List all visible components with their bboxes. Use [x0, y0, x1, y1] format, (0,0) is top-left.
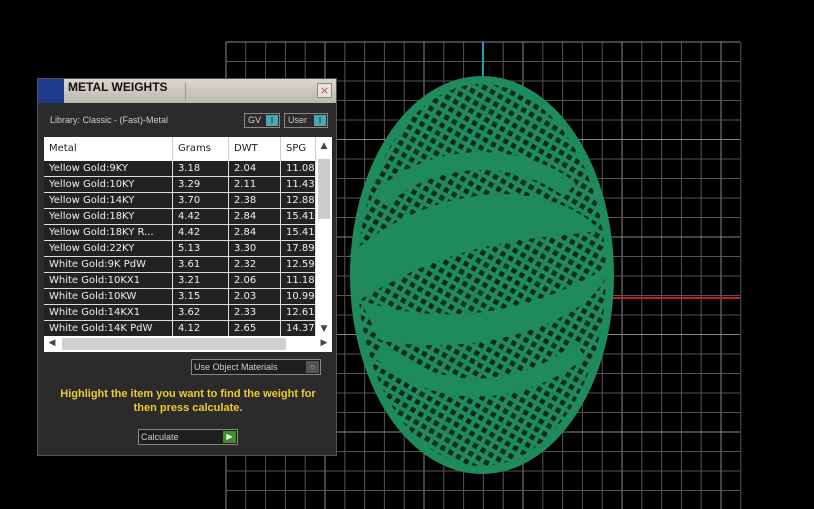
- user-toggle[interactable]: User I: [284, 113, 328, 128]
- table-cell: 17.89: [281, 241, 316, 256]
- metal-table[interactable]: Metal Grams DWT SPG Yellow Gold:9KY 3.18 2…: [44, 137, 332, 352]
- table-cell: Yellow Gold:18KY: [44, 209, 173, 224]
- table-row[interactable]: White Gold:10KX1 3.21 2.06 11.18: [44, 273, 332, 289]
- table-row[interactable]: White Gold:14K PdW 4.12 2.65 14.37: [44, 321, 332, 337]
- table-cell: 3.15: [173, 289, 229, 304]
- table-cell: 2.04: [229, 161, 281, 176]
- table-cell: 4.42: [173, 209, 229, 224]
- table-cell: Yellow Gold:18KY R...: [44, 225, 173, 240]
- table-cell: 3.18: [173, 161, 229, 176]
- scroll-up-icon[interactable]: ▲: [316, 141, 332, 151]
- table-cell: White Gold:10KX1: [44, 273, 173, 288]
- table-cell: 2.84: [229, 209, 281, 224]
- table-cell: 11.43: [281, 177, 316, 192]
- table-cell: 12.88: [281, 193, 316, 208]
- table-row[interactable]: Yellow Gold:14KY 3.70 2.38 12.88: [44, 193, 332, 209]
- column-header-metal[interactable]: Metal: [44, 137, 173, 161]
- table-row[interactable]: Yellow Gold:18KY 4.42 2.84 15.41: [44, 209, 332, 225]
- column-header-dwt[interactable]: DWT: [229, 137, 281, 161]
- table-cell: Yellow Gold:9KY: [44, 161, 173, 176]
- table-cell: White Gold:14K PdW: [44, 321, 173, 336]
- table-row[interactable]: White Gold:9K PdW 3.61 2.32 12.59: [44, 257, 332, 273]
- table-cell: 3.70: [173, 193, 229, 208]
- table-cell: 12.61: [281, 305, 316, 320]
- toggle-knob-icon: I: [266, 115, 278, 126]
- library-label: Library: Classic - (Fast)-Metal: [50, 115, 169, 125]
- column-header-grams[interactable]: Grams: [173, 137, 229, 161]
- table-cell: 2.11: [229, 177, 281, 192]
- table-cell: 2.03: [229, 289, 281, 304]
- ring-model: [350, 76, 614, 474]
- table-row[interactable]: Yellow Gold:22KY 5.13 3.30 17.89: [44, 241, 332, 257]
- table-cell: White Gold:10KW: [44, 289, 173, 304]
- vertical-scrollbar[interactable]: ▲ ▼: [316, 137, 332, 336]
- scroll-right-icon[interactable]: ▶: [316, 338, 332, 348]
- calculate-label: Calculate: [141, 432, 179, 442]
- table-cell: 5.13: [173, 241, 229, 256]
- table-cell: 2.38: [229, 193, 281, 208]
- table-cell: 3.29: [173, 177, 229, 192]
- table-row[interactable]: Yellow Gold:9KY 3.18 2.04 11.08: [44, 161, 332, 177]
- calculate-button[interactable]: Calculate ▶: [138, 429, 238, 445]
- table-cell: 12.59: [281, 257, 316, 272]
- user-toggle-label: User: [288, 115, 308, 125]
- table-cell: Yellow Gold:14KY: [44, 193, 173, 208]
- horizontal-scrollbar[interactable]: ◀ ▶: [44, 336, 332, 352]
- table-cell: 2.33: [229, 305, 281, 320]
- table-row[interactable]: Yellow Gold:10KY 3.29 2.11 11.43: [44, 177, 332, 193]
- table-cell: 4.12: [173, 321, 229, 336]
- table-row[interactable]: Yellow Gold:18KY R... 4.42 2.84 15.41: [44, 225, 332, 241]
- table-cell: 2.65: [229, 321, 281, 336]
- column-header-spg[interactable]: SPG: [281, 137, 316, 161]
- toggle-knob-icon: I: [314, 115, 326, 126]
- table-cell: 3.21: [173, 273, 229, 288]
- gv-toggle-label: GV: [248, 115, 262, 125]
- use-object-materials-label: Use Object Materials: [194, 362, 278, 372]
- instruction-text: Highlight the item you want to find the …: [60, 388, 316, 414]
- table-cell: 3.62: [173, 305, 229, 320]
- table-cell: 14.37: [281, 321, 316, 336]
- table-cell: 10.99: [281, 289, 316, 304]
- table-cell: 3.30: [229, 241, 281, 256]
- table-cell: 2.32: [229, 257, 281, 272]
- close-button[interactable]: ×: [317, 83, 332, 98]
- radio-icon: ○: [306, 361, 319, 373]
- table-cell: 11.18: [281, 273, 316, 288]
- horizontal-scroll-thumb[interactable]: [62, 338, 286, 350]
- table-cell: 15.41: [281, 209, 316, 224]
- vertical-scroll-thumb[interactable]: [318, 159, 330, 219]
- play-arrow-icon: ▶: [223, 431, 236, 443]
- table-cell: Yellow Gold:10KY: [44, 177, 173, 192]
- title-bar[interactable]: METAL WEIGHTS ×: [38, 79, 336, 103]
- scroll-down-icon[interactable]: ▼: [316, 324, 332, 334]
- table-row[interactable]: White Gold:10KW 3.15 2.03 10.99: [44, 289, 332, 305]
- gv-toggle[interactable]: GV I: [244, 113, 280, 128]
- metal-weights-panel: METAL WEIGHTS × Library: Classic - (Fast…: [37, 78, 337, 456]
- table-cell: White Gold:9K PdW: [44, 257, 173, 272]
- table-cell: 3.61: [173, 257, 229, 272]
- table-cell: Yellow Gold:22KY: [44, 241, 173, 256]
- app-logo-icon: [38, 79, 64, 103]
- table-cell: 15.41: [281, 225, 316, 240]
- panel-title: METAL WEIGHTS: [68, 80, 168, 94]
- use-object-materials-toggle[interactable]: Use Object Materials ○: [191, 359, 321, 375]
- table-cell: 2.84: [229, 225, 281, 240]
- table-cell: 2.06: [229, 273, 281, 288]
- title-divider: [185, 82, 186, 100]
- table-header: Metal Grams DWT SPG: [44, 137, 332, 161]
- table-row[interactable]: White Gold:14KX1 3.62 2.33 12.61: [44, 305, 332, 321]
- table-cell: 11.08: [281, 161, 316, 176]
- scroll-left-icon[interactable]: ◀: [44, 338, 60, 348]
- table-cell: 4.42: [173, 225, 229, 240]
- table-cell: White Gold:14KX1: [44, 305, 173, 320]
